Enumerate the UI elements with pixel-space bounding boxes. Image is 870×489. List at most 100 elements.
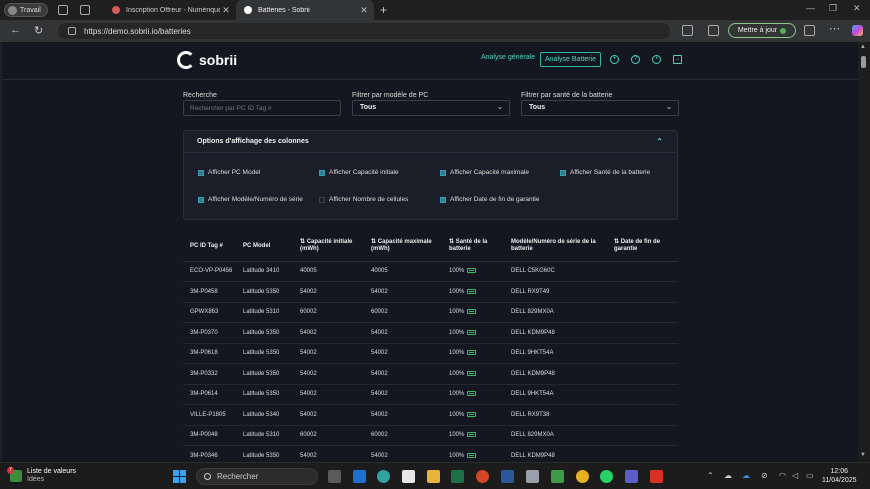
logo-icon bbox=[177, 51, 195, 69]
col-modele-numero[interactable]: Modèle/Numéro de série de la batterie bbox=[511, 239, 596, 253]
table-row[interactable]: 3M-P0370 Latitude 5350 54002 54002 100% DELL … bbox=[183, 324, 678, 344]
table-cell: 100% bbox=[449, 391, 465, 397]
powerpoint-icon[interactable] bbox=[476, 470, 489, 483]
new-tab-icon[interactable]: + bbox=[380, 3, 387, 17]
profile-button[interactable]: Travail bbox=[4, 3, 48, 17]
snipping-tool-icon[interactable] bbox=[526, 470, 539, 483]
update-button[interactable]: Mettre à jour bbox=[728, 23, 796, 38]
option-capacite-maximale[interactable]: Afficher Capacité maximale bbox=[440, 169, 529, 176]
workspaces-icon[interactable] bbox=[58, 5, 68, 15]
table-row[interactable]: ECO-VP-P0456 Latitude 3410 40005 40005 100% D… bbox=[183, 262, 678, 282]
chevron-up-icon[interactable]: ⌃ bbox=[656, 131, 663, 153]
widgets-button[interactable]: 7 Liste de valeurs Idées bbox=[7, 467, 76, 484]
table-cell: DELL RX9T49 bbox=[511, 288, 550, 295]
checkbox[interactable] bbox=[440, 196, 446, 203]
outlook-icon[interactable] bbox=[353, 470, 366, 483]
table-cell: DELL C5KG60C bbox=[511, 268, 555, 274]
tab-inscription[interactable]: Inscription Offreur - Numérique · ✕ bbox=[104, 0, 236, 20]
option-date-garantie[interactable]: Afficher Date de fin de garantie bbox=[440, 196, 540, 203]
settings-icon[interactable]: • bbox=[610, 55, 619, 64]
chart-app-icon[interactable] bbox=[551, 470, 564, 483]
col-pc-model[interactable]: PC Model bbox=[243, 243, 270, 250]
checkbox[interactable] bbox=[198, 169, 204, 176]
logout-icon[interactable]: → bbox=[673, 55, 682, 64]
col-capacite-maximale[interactable]: ⇅ Capacité maximale (mWh) bbox=[371, 239, 432, 253]
scroll-up-icon[interactable]: ▲ bbox=[860, 44, 866, 50]
option-sante-batterie[interactable]: Afficher Santé de la batterie bbox=[560, 169, 650, 176]
checkbox[interactable] bbox=[440, 169, 446, 176]
close-icon[interactable]: ✕ bbox=[358, 5, 370, 16]
teams-icon[interactable] bbox=[625, 470, 638, 483]
column-options-header[interactable]: Options d'affichage des colonnes ⌃ bbox=[184, 131, 677, 153]
checkbox[interactable] bbox=[198, 196, 204, 203]
option-nombre-cellules[interactable]: Afficher Nombre de cellules bbox=[319, 196, 408, 203]
scroll-thumb[interactable] bbox=[861, 56, 866, 68]
volume-icon[interactable]: ◁ bbox=[792, 471, 798, 480]
excel-icon[interactable] bbox=[451, 470, 464, 483]
chrome-icon[interactable] bbox=[576, 470, 589, 483]
checkbox[interactable] bbox=[560, 169, 566, 176]
chevron-up-icon[interactable]: ⌃ bbox=[707, 471, 714, 480]
table-row[interactable]: 3M-P0048 Latitude 5310 60002 60002 100% DELL … bbox=[183, 426, 678, 446]
checkbox[interactable] bbox=[319, 196, 325, 203]
nav-analyse-generale[interactable]: Analyse générale bbox=[481, 54, 535, 61]
taskbar-search[interactable]: Rechercher bbox=[196, 468, 318, 485]
table-row[interactable]: 3M-P0458 Latitude 5350 54002 54002 100% DELL … bbox=[183, 283, 678, 303]
screenshot-icon[interactable] bbox=[804, 25, 815, 36]
file-explorer-icon[interactable] bbox=[427, 470, 440, 483]
minimize-icon[interactable]: — bbox=[806, 3, 815, 13]
acrobat-icon[interactable] bbox=[650, 470, 663, 483]
wifi-icon[interactable]: ◠ bbox=[779, 471, 786, 480]
copilot-icon[interactable] bbox=[852, 25, 863, 36]
nav-analyse-batterie[interactable]: Analyse Batterie bbox=[540, 52, 601, 67]
col-pc-id[interactable]: PC ID Tag # bbox=[190, 243, 223, 250]
table-row[interactable]: 3M-P0618 Latitude 5350 54002 54002 100% DELL … bbox=[183, 344, 678, 364]
cloud-icon[interactable]: ☁ bbox=[724, 471, 732, 480]
option-capacite-initiale[interactable]: Afficher Capacité initiale bbox=[319, 169, 399, 176]
table-row[interactable]: VILLE-P1805 Latitude 5340 54002 54002 100% DE… bbox=[183, 406, 678, 426]
col-capacite-initiale[interactable]: ⇅ Capacité initiale (mWh) bbox=[300, 239, 352, 253]
col-date-garantie[interactable]: ⇅ Date de fin de garantie bbox=[614, 239, 660, 253]
model-filter-select[interactable]: Tous ⌄ bbox=[352, 100, 510, 116]
search-input[interactable] bbox=[183, 100, 341, 116]
extensions-icon[interactable] bbox=[682, 25, 693, 36]
checkbox[interactable] bbox=[319, 169, 325, 176]
health-filter-select[interactable]: Tous ⌄ bbox=[521, 100, 679, 116]
close-window-icon[interactable]: ✕ bbox=[853, 3, 861, 14]
back-icon[interactable]: ← bbox=[10, 24, 21, 36]
reload-icon[interactable]: ↻ bbox=[34, 24, 43, 37]
tab-actions-icon[interactable] bbox=[80, 5, 90, 15]
favorites-icon[interactable] bbox=[708, 25, 719, 36]
start-icon[interactable] bbox=[173, 470, 186, 483]
table-row[interactable]: 3M-P0614 Latitude 5350 54002 54002 100% DELL … bbox=[183, 385, 678, 405]
sobrii-logo[interactable]: sobrii bbox=[177, 51, 237, 69]
page-scrollbar[interactable]: ▲ ▼ bbox=[858, 42, 870, 462]
table-row[interactable]: GPWX863 Latitude 5310 60002 60002 100% DELL 8… bbox=[183, 303, 678, 323]
col-sante[interactable]: ⇅ Santé de la batterie bbox=[449, 239, 487, 253]
onedrive-icon[interactable]: ☁ bbox=[742, 471, 750, 480]
battery-icon[interactable]: ▭ bbox=[806, 471, 814, 480]
store-icon[interactable] bbox=[402, 470, 415, 483]
maximize-icon[interactable]: ❐ bbox=[829, 3, 837, 14]
edge-icon[interactable] bbox=[377, 470, 390, 483]
battery-health-icon bbox=[467, 452, 476, 458]
address-bar[interactable]: https://demo.sobrii.io/batteries bbox=[58, 23, 670, 39]
site-info-icon[interactable] bbox=[68, 27, 76, 35]
clock[interactable]: 12:06 11/04/2025 bbox=[822, 467, 857, 485]
tab-batteries[interactable]: Batteries - Sobrii ✕ bbox=[236, 0, 374, 20]
scroll-down-icon[interactable]: ▼ bbox=[860, 452, 866, 458]
user-icon[interactable]: • bbox=[652, 55, 661, 64]
help-icon[interactable]: ? bbox=[631, 55, 640, 64]
table-row[interactable]: 3M-P0346 Latitude 5350 54002 54002 100% DELL … bbox=[183, 447, 678, 463]
task-view-icon[interactable] bbox=[328, 470, 341, 483]
close-icon[interactable]: ✕ bbox=[220, 5, 232, 16]
more-menu-icon[interactable]: ⋯ bbox=[829, 22, 840, 35]
table-row[interactable]: 3M-P0332 Latitude 5350 54002 54002 100% DELL … bbox=[183, 365, 678, 385]
option-modele-numero[interactable]: Afficher Modèle/Numéro de série bbox=[198, 196, 303, 203]
table-cell: Latitude 5350 bbox=[243, 288, 280, 295]
whatsapp-icon[interactable] bbox=[600, 470, 613, 483]
mic-muted-icon[interactable]: ⊘ bbox=[761, 471, 768, 480]
taskbar-search-label: Rechercher bbox=[217, 472, 259, 481]
word-icon[interactable] bbox=[501, 470, 514, 483]
option-pc-model[interactable]: Afficher PC Model bbox=[198, 169, 260, 176]
